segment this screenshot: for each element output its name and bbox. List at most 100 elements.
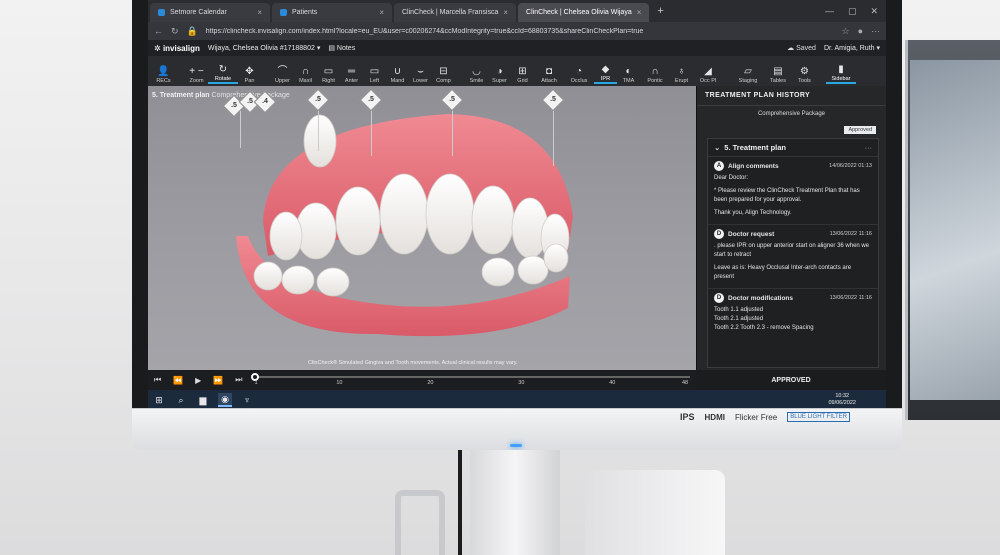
step-forward-icon[interactable]: ⏩ [213, 376, 223, 385]
card-header[interactable]: ⌄ 5. Treatment plan ··· [708, 139, 878, 157]
tool-comp[interactable]: ⊟ Comp [432, 66, 455, 84]
slider-tick-label: 10 [336, 380, 343, 386]
more-options-icon[interactable]: ··· [865, 143, 873, 152]
tool-sidebar[interactable]: ▮ Sidebar [826, 64, 856, 84]
close-tab-icon[interactable]: × [503, 8, 508, 17]
tool-erupt[interactable]: ♁ Erupt [670, 66, 693, 84]
entry-text: Dear Doctor: [714, 175, 749, 181]
close-tab-icon[interactable]: × [379, 8, 384, 17]
sidebar-icon: ▮ [838, 64, 844, 75]
blue-light-filter-logo: BLUE LIGHT FILTER [787, 412, 850, 422]
tool-tables[interactable]: ▤ Tables [763, 66, 793, 84]
tool-right[interactable]: ▭ Right [317, 66, 340, 84]
tool-rotate[interactable]: ↻ Rotate [208, 64, 238, 84]
anterior-icon: ═ [347, 66, 356, 77]
stage-slider[interactable]: 1 10 20 30 40 48 [250, 373, 690, 387]
tool-anter[interactable]: ═ Anter [340, 66, 363, 84]
browser-tab[interactable]: ClinCheck | Marcella Fransisca × [394, 3, 517, 22]
tool-label: Mand [390, 78, 405, 84]
chevron-down-icon: ▾ [316, 45, 321, 52]
favorites-icon[interactable]: ☆ [841, 26, 849, 37]
tool-label: TMA [622, 78, 635, 84]
tool-left[interactable]: ▭ Left [363, 66, 386, 84]
tool-pan[interactable]: ✥ Pan [238, 66, 261, 84]
tool-mand[interactable]: ∪ Mand [386, 66, 409, 84]
ipr-leader-line [240, 108, 241, 148]
close-window-icon[interactable]: ✕ [870, 6, 878, 17]
slider-tick-label: 40 [609, 380, 616, 386]
patient-selector[interactable]: Wijaya, Chelsea Olivia #17188802 ▾ [208, 44, 320, 52]
tool-label: Rotate [214, 76, 232, 82]
browser-tab[interactable]: Setmore Calendar × [150, 3, 270, 22]
tool-label: Occ Pl [699, 78, 717, 84]
tool-lower[interactable]: ⌣ Lower [409, 66, 432, 84]
recs-icon: 👤 [157, 66, 170, 77]
ipr-value: .4 [262, 98, 268, 105]
play-icon[interactable]: ▶ [195, 376, 201, 385]
edge-browser-icon[interactable]: ◉ [218, 393, 232, 407]
menu-dots-icon[interactable]: ··· [871, 26, 880, 36]
pontic-icon: ∩ [651, 66, 659, 77]
tool-label: Maxil [299, 78, 312, 84]
tool-staging[interactable]: ▱ Staging [733, 66, 763, 84]
file-explorer-icon[interactable]: ▆ [196, 393, 210, 407]
tool-tools[interactable]: ⚙ Tools [793, 66, 816, 84]
windows-start-icon[interactable]: ⊞ [152, 393, 166, 407]
saved-label: Saved [796, 45, 816, 52]
minimize-icon[interactable]: — [825, 6, 834, 17]
ipr-icon: ◆ [601, 64, 610, 75]
tool-smile[interactable]: ◡ Smile [465, 66, 488, 84]
user-menu[interactable]: Dr. Amigia, Ruth ▾ [824, 44, 880, 52]
search-icon[interactable]: ⌕ [174, 393, 188, 407]
power-led [510, 444, 522, 447]
tooth [543, 243, 569, 273]
tool-ipr[interactable]: ◆ IPR [594, 64, 617, 84]
tool-occ-pl[interactable]: ◢ Occ Pl [693, 66, 723, 84]
tool-attach[interactable]: ◘ Attach [534, 66, 564, 84]
tool-zoom[interactable]: + − Zoom [185, 66, 208, 84]
tool-upper[interactable]: ⌒ Upper [271, 66, 294, 84]
tool-pontic[interactable]: ∩ Pontic [640, 66, 670, 84]
profile-icon[interactable]: ● [858, 26, 863, 36]
tab-label: Patients [292, 9, 318, 16]
slider-tick-label: 30 [518, 380, 525, 386]
tool-label: Tools [798, 78, 811, 84]
erupt-icon: ♁ [677, 66, 686, 77]
maximize-icon[interactable]: ▢ [848, 6, 857, 17]
skip-end-icon[interactable]: ⏭ [235, 375, 242, 385]
user-name: Dr. Amigia, Ruth [823, 45, 875, 52]
ipr-leader-line [371, 106, 372, 156]
tool-occlus[interactable]: ◔ Occlus [564, 66, 594, 84]
browser-tab[interactable]: Patients × [272, 3, 392, 22]
back-icon[interactable]: ← [154, 26, 163, 36]
approved-footer: APPROVED [696, 370, 886, 390]
app-header: ✲ invisalign Wijaya, Chelsea Olivia #171… [148, 40, 886, 56]
close-tab-icon[interactable]: × [257, 8, 262, 17]
tooth-app-icon[interactable]: ♆ [240, 393, 254, 407]
url-field[interactable]: https://clincheck.invisalign.com/index.h… [206, 28, 834, 35]
panel-header: TREATMENT PLAN HISTORY [697, 86, 886, 106]
tooth [303, 114, 337, 168]
left-icon: ▭ [369, 66, 380, 77]
cloud-icon: ☁ [787, 45, 795, 52]
tool-tma[interactable]: ◐ TMA [617, 66, 640, 84]
tool-grid[interactable]: ⊞ Grid [511, 66, 534, 84]
skip-start-icon[interactable]: ⏮ [154, 375, 161, 385]
3d-viewer[interactable]: 5. Treatment plan Comprehensive Package [148, 86, 696, 370]
tooth [379, 173, 429, 255]
tooth [316, 267, 350, 297]
new-tab-button[interactable]: + [651, 5, 669, 17]
maxil-icon: ∩ [301, 66, 310, 77]
tab-favicon-icon [280, 9, 287, 16]
close-tab-icon[interactable]: × [637, 8, 642, 17]
step-back-icon[interactable]: ⏪ [173, 376, 183, 385]
chevron-down-icon: ⌄ [714, 143, 721, 152]
refresh-icon[interactable]: ↻ [171, 26, 179, 37]
notes-button[interactable]: ▤ Notes [328, 44, 355, 52]
tool-maxil[interactable]: ∩ Maxil [294, 66, 317, 84]
tool-super[interactable]: ◑ Super [488, 66, 511, 84]
browser-tab-active[interactable]: ClinCheck | Chelsea Olivia Wijaya × [518, 3, 650, 22]
tooth [335, 186, 381, 256]
tool-label: RECs [156, 78, 171, 84]
tool-recs[interactable]: 👤 RECs [152, 66, 175, 84]
